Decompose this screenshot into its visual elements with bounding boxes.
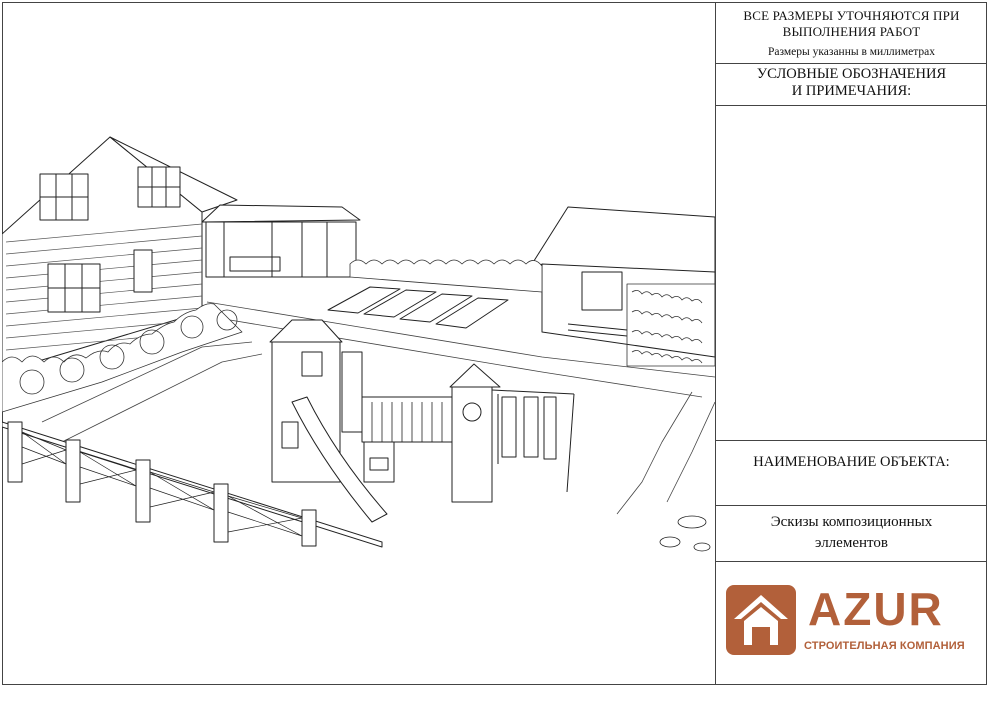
legend-line-2: И ПРИМЕЧАНИЯ: (791, 83, 912, 99)
legend-body-cell (716, 106, 987, 441)
legend-header-cell: УСЛОВНЫЕ ОБОЗНАЧЕНИЯ И ПРИМЕЧАНИЯ: (716, 64, 987, 106)
logo-cell: AZUR СТРОИТЕЛЬНАЯ КОМПАНИЯ (716, 562, 987, 685)
units-note: Размеры указанны в миллиметрах (768, 46, 935, 58)
object-label-cell: НАИМЕНОВАНИЕ ОБЪЕКТА: (716, 441, 987, 506)
playground (269, 319, 575, 523)
shed (531, 206, 715, 358)
garden-beds (327, 286, 509, 329)
general-notes-cell: ВСЕ РАЗМЕРЫ УТОЧНЯЮТСЯ ПРИ ВЫПОЛНЕНИЯ РА… (716, 2, 987, 64)
object-name-line-2: эллементов (815, 535, 888, 551)
title-block: ВСЕ РАЗМЕРЫ УТОЧНЯЮТСЯ ПРИ ВЫПОЛНЕНИЯ РА… (715, 2, 987, 685)
stepping-stones (659, 515, 711, 552)
legend-line-1: УСЛОВНЫЕ ОБОЗНАЧЕНИЯ (756, 66, 947, 82)
gazebo (201, 204, 361, 278)
house-icon (726, 585, 796, 655)
brand-tagline: СТРОИТЕЛЬНАЯ КОМПАНИЯ (804, 640, 965, 652)
object-name-line-1: Эскизы композиционных (770, 514, 933, 530)
note-line-2: ВЫПОЛНЕНИЯ РАБОТ (782, 24, 921, 39)
object-name-cell: Эскизы композиционных эллементов (716, 506, 987, 562)
object-label: НАИМЕНОВАНИЕ ОБЪЕКТА: (753, 454, 950, 470)
brand-name: AZUR (808, 583, 944, 635)
note-line-1: ВСЕ РАЗМЕРЫ УТОЧНЯЮТСЯ ПРИ (743, 8, 960, 23)
garden-sketch (2, 136, 715, 552)
